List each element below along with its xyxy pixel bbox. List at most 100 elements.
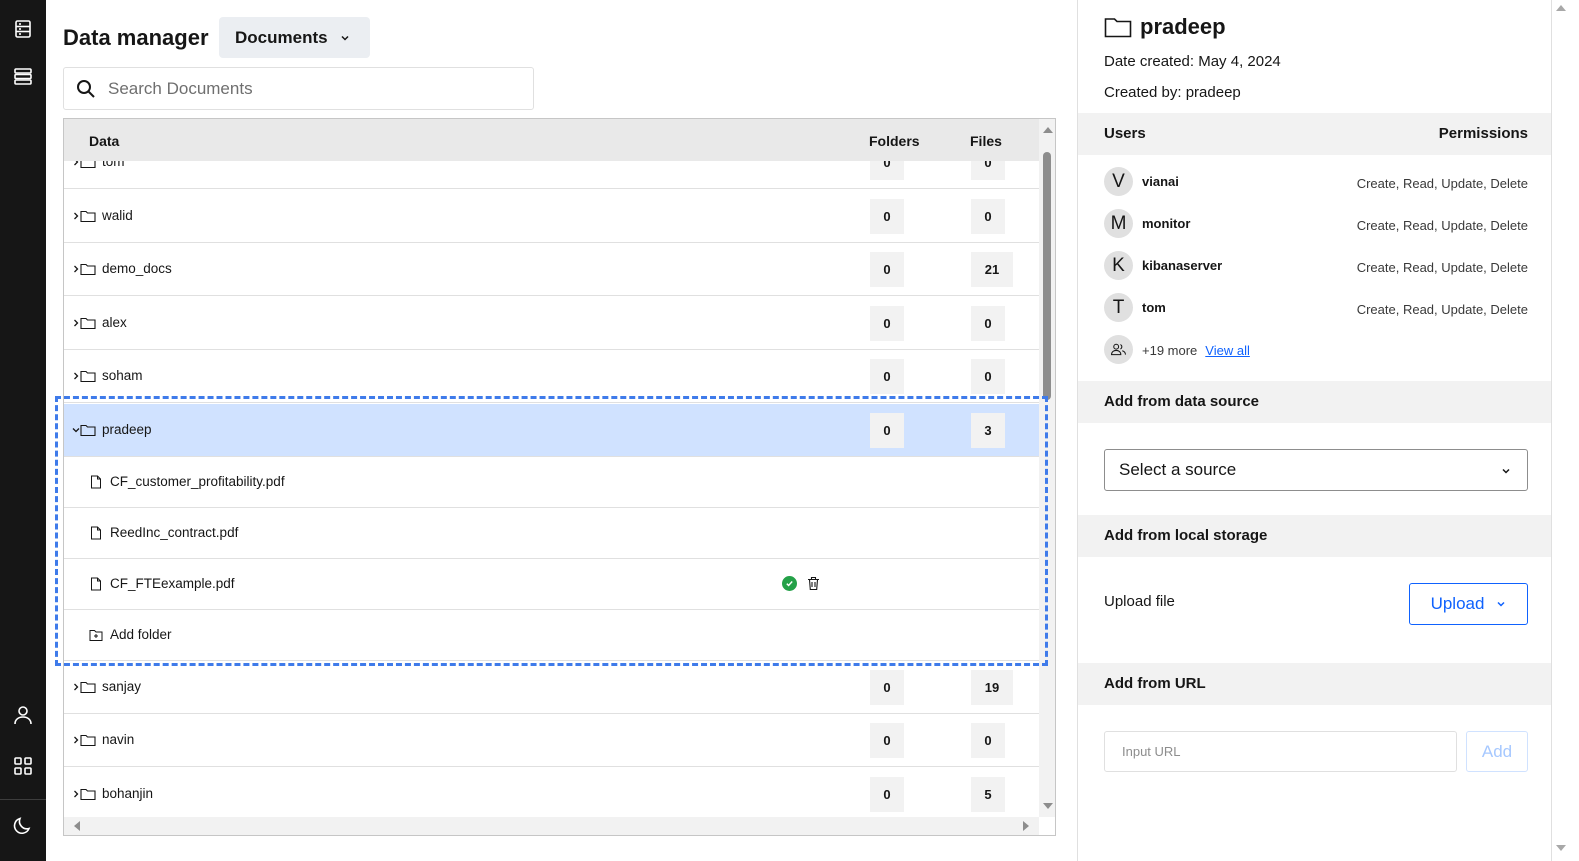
rail-divider [0, 799, 46, 800]
row-name: demo_docs [102, 261, 172, 276]
add-url-button[interactable]: Add [1466, 731, 1528, 772]
row-name: tom [102, 161, 125, 169]
table-row-soham[interactable]: soham 0 0 [64, 350, 1039, 403]
table-row-pradeep[interactable]: pradeep 0 3 [64, 404, 1039, 457]
users-header: Users Permissions [1078, 113, 1552, 155]
table-row-demo-docs[interactable]: demo_docs 0 21 [64, 243, 1039, 296]
horizontal-scrollbar[interactable] [64, 817, 1039, 835]
date-created: Date created: May 4, 2024 [1104, 53, 1281, 70]
user-permissions: Create, Read, Update, Delete [1356, 176, 1528, 191]
chevron-right-icon[interactable] [72, 735, 80, 745]
folders-count: 0 [870, 252, 904, 287]
chevron-right-icon[interactable] [72, 161, 80, 167]
datastore-dropdown[interactable]: Documents [219, 17, 370, 58]
folders-count: 0 [870, 306, 904, 341]
document-icon [91, 475, 101, 489]
users-header-label: Users [1104, 125, 1146, 142]
add-folder-row[interactable]: Add folder [64, 610, 1039, 661]
upload-button[interactable]: Upload [1409, 583, 1528, 625]
more-users: +19 more View all [1142, 343, 1250, 358]
group-icon [1104, 335, 1133, 364]
url-input[interactable] [1104, 731, 1457, 772]
user-name: monitor [1142, 216, 1191, 231]
view-all-link[interactable]: View all [1205, 343, 1250, 358]
chevron-right-icon[interactable] [72, 211, 80, 221]
vertical-scrollbar[interactable] [1039, 119, 1055, 817]
scroll-up-arrow-icon[interactable] [1556, 4, 1566, 12]
folder-icon [80, 370, 96, 383]
chevron-down-icon[interactable] [72, 425, 80, 435]
source-select-value: Select a source [1119, 460, 1237, 479]
local-storage-header: Add from local storage [1078, 515, 1552, 557]
moon-icon[interactable] [0, 802, 46, 848]
column-header-data[interactable]: Data [89, 133, 119, 149]
file-row[interactable]: CF_customer_profitability.pdf [64, 457, 1039, 508]
folder-icon [80, 788, 96, 801]
group-avatar [1104, 335, 1144, 365]
chevron-right-icon[interactable] [72, 682, 80, 692]
folders-count: 0 [870, 777, 904, 812]
apps-icon[interactable] [0, 743, 46, 789]
data-manager-main: Data manager Documents Data Folders File… [46, 0, 1076, 861]
scroll-down-arrow-icon[interactable] [1043, 802, 1053, 810]
url-header-label: Add from URL [1104, 675, 1206, 692]
folders-count: 0 [870, 199, 904, 234]
files-count: 0 [971, 359, 1005, 394]
folder-name: pradeep [1140, 14, 1226, 39]
scroll-up-arrow-icon[interactable] [1043, 126, 1053, 134]
table-row-bohanjin[interactable]: bohanjin 0 5 [64, 768, 1039, 817]
add-folder-label: Add folder [110, 627, 172, 642]
scrollbar-thumb[interactable] [1043, 152, 1051, 400]
search-input[interactable] [108, 78, 508, 99]
user-name: kibanaserver [1142, 258, 1223, 273]
chevron-right-icon[interactable] [72, 789, 80, 799]
scroll-left-arrow-icon[interactable] [73, 821, 81, 831]
upload-file-label: Upload file [1104, 593, 1175, 610]
row-name: sanjay [102, 679, 142, 694]
user-icon[interactable] [0, 692, 46, 738]
table-row-alex[interactable]: alex 0 0 [64, 297, 1039, 350]
user-row: M monitor Create, Read, Update, Delete [1104, 209, 1528, 239]
scroll-right-arrow-icon[interactable] [1022, 821, 1030, 831]
files-count: 0 [971, 199, 1005, 234]
folder-icon [80, 210, 96, 223]
data-table: Data Folders Files tom 0 0 walid 0 0 dem… [63, 118, 1056, 836]
server-icon[interactable] [0, 6, 46, 52]
chevron-right-icon[interactable] [72, 264, 80, 274]
add-folder-icon [89, 630, 103, 641]
chevron-down-icon [1497, 601, 1505, 607]
folder-icon [80, 161, 96, 169]
file-row[interactable]: ReedInc_contract.pdf [64, 508, 1039, 559]
scroll-down-arrow-icon[interactable] [1556, 844, 1566, 852]
table-row-walid[interactable]: walid 0 0 [64, 190, 1039, 243]
created-by: Created by: pradeep [1104, 84, 1241, 101]
user-name: tom [1142, 300, 1166, 315]
chevron-right-icon[interactable] [72, 318, 80, 328]
chevron-right-icon[interactable] [72, 371, 80, 381]
data-source-header-label: Add from data source [1104, 393, 1260, 410]
datastore-label: Documents [235, 27, 328, 47]
user-permissions: Create, Read, Update, Delete [1356, 302, 1528, 317]
column-header-files[interactable]: Files [970, 133, 1002, 149]
trash-icon[interactable] [807, 576, 820, 591]
folder-icon [80, 317, 96, 330]
search-icon [77, 79, 95, 98]
table-row-navin[interactable]: navin 0 0 [64, 714, 1039, 767]
file-row[interactable]: CF_FTEexample.pdf [64, 559, 1039, 610]
row-name: pradeep [102, 422, 152, 437]
panel-title: pradeep [1104, 14, 1226, 40]
document-icon [91, 577, 101, 591]
file-name: CF_customer_profitability.pdf [110, 474, 285, 489]
table-row-tom[interactable]: tom 0 0 [64, 161, 1039, 189]
files-count: 5 [971, 777, 1005, 812]
search-box [63, 67, 534, 110]
source-select[interactable]: Select a source [1104, 449, 1528, 491]
url-header: Add from URL [1078, 663, 1552, 705]
column-header-folders[interactable]: Folders [869, 133, 920, 149]
row-name: walid [102, 208, 133, 223]
table-row-sanjay[interactable]: sanjay 0 19 [64, 661, 1039, 714]
panel-scrollbar[interactable] [1551, 0, 1568, 861]
database-icon[interactable] [0, 53, 46, 99]
files-count: 21 [971, 252, 1013, 287]
upload-button-label: Upload [1430, 594, 1485, 613]
